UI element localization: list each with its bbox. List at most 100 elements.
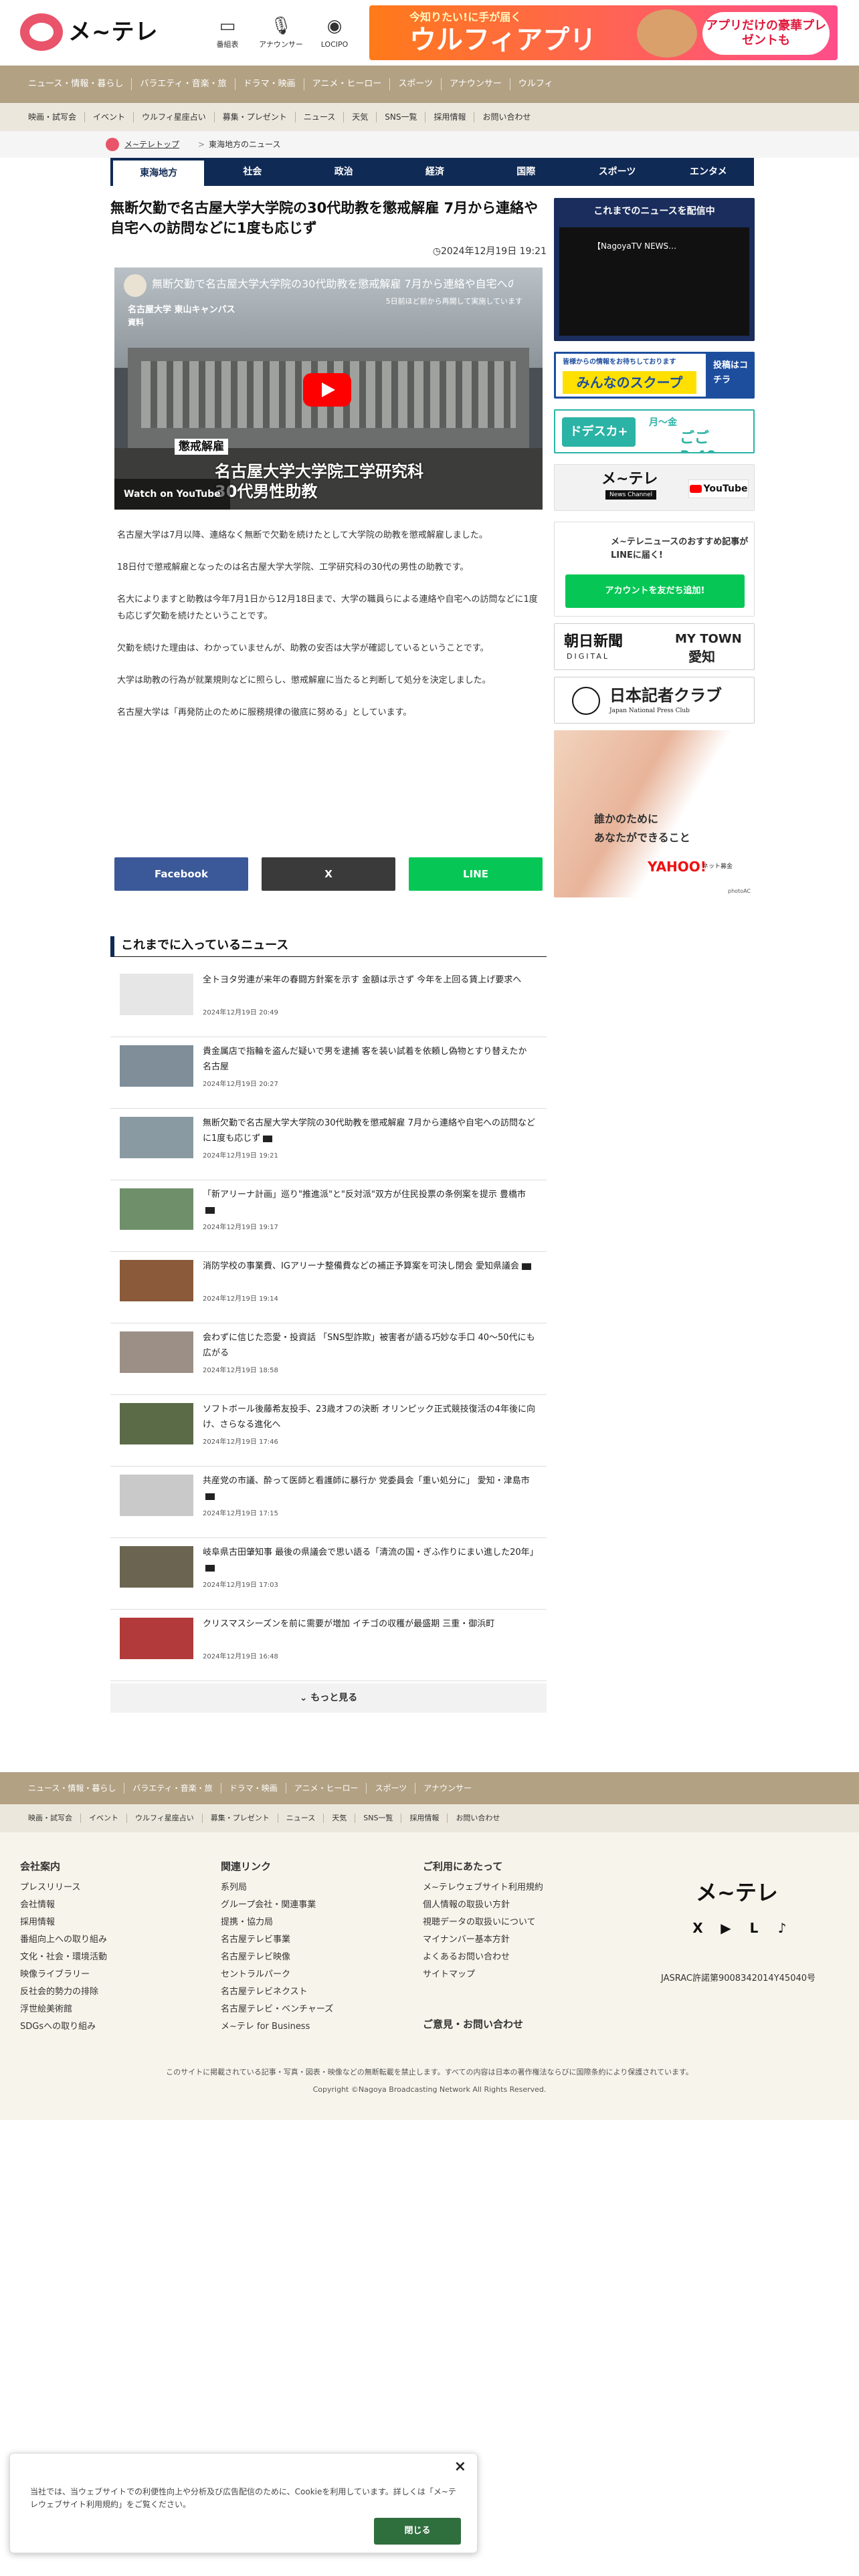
tab-sports[interactable]: スポーツ	[571, 158, 662, 186]
related-title[interactable]: 「新アリーナ計画」巡り"推進派"と"反対派"双方が住民投票の条例案を提示 豊橋市	[203, 1187, 537, 1218]
subnav-item[interactable]: ウルフィ星座占い	[134, 112, 215, 122]
nav-item[interactable]: ウルフィ	[510, 78, 561, 90]
live-stream-player[interactable]: 【NagoyaTV NEWS…	[559, 227, 749, 336]
footer-link[interactable]: 採用情報	[20, 1914, 194, 1931]
subnav-item[interactable]: イベント	[85, 112, 134, 122]
related-item[interactable]: ソフトボール後藤希友投手、23歳オフの決断 オリンピック正式競技復活の4年後に向…	[110, 1395, 547, 1467]
footer-link[interactable]: セントラルパーク	[221, 1966, 395, 1983]
share-x-button[interactable]: X	[262, 857, 395, 891]
nav-item[interactable]: スポーツ	[390, 78, 442, 90]
site-logo[interactable]: メ~テレ	[20, 12, 164, 52]
footer-nav-item[interactable]: バラエティ・音楽・旅	[124, 1783, 221, 1794]
footer-logo[interactable]: メ~テレ	[696, 1879, 778, 1906]
nav-item[interactable]: アニメ・ヒーロー	[304, 78, 391, 90]
related-title[interactable]: ソフトボール後藤希友投手、23歳オフの決断 オリンピック正式競技復活の4年後に向…	[203, 1402, 537, 1432]
footer-link[interactable]: マイナンバー基本方針	[423, 1931, 597, 1949]
app-banner[interactable]: 今知りたい!に手が届く ウルフィアプリ アプリだけの豪華プレゼントも	[369, 5, 838, 60]
footer-link[interactable]: 会社情報	[20, 1897, 194, 1914]
footer-link[interactable]: 名古屋テレビ事業	[221, 1931, 395, 1949]
youtube-channel-banner[interactable]: メ~テレ News Channel YouTube	[554, 464, 755, 511]
locipo-link[interactable]: ◉ LOCIPO	[308, 13, 361, 53]
asahi-banner[interactable]: 朝日新聞 DIGITAL MY TOWN 愛知	[554, 623, 755, 670]
footer-nav-item[interactable]: ドラマ・映画	[221, 1783, 286, 1794]
footer-link[interactable]: 番組向上への取り組み	[20, 1931, 194, 1949]
tiktok-icon[interactable]: ♪	[773, 1919, 791, 1937]
footer-link[interactable]: SDGsへの取り組み	[20, 2018, 194, 2036]
footer-link[interactable]: プレスリリース	[20, 1879, 194, 1897]
yahoo-donation-ad[interactable]: 誰かのために あなたができること YAHOO! ネット募金 photoAC	[554, 730, 755, 897]
line-icon[interactable]: L	[745, 1919, 763, 1937]
related-thumbnail[interactable]	[120, 1188, 193, 1230]
play-button[interactable]	[303, 373, 351, 407]
live-stream-box[interactable]: これまでのニュースを配信中 【NagoyaTV NEWS…	[554, 198, 755, 341]
subnav-item[interactable]: 天気	[344, 112, 377, 122]
nav-item[interactable]: アナウンサー	[442, 78, 510, 90]
tab-entertainment[interactable]: エンタメ	[663, 158, 754, 186]
scoop-banner[interactable]: 皆様からの情報をお待ちしております みんなのスクープ 投稿はコチラ	[554, 352, 755, 399]
related-item[interactable]: 全トヨタ労連が来年の春闘方針案を示す 金額は示さず 今年を上回る賃上げ要求へ 20…	[110, 966, 547, 1037]
related-title[interactable]: クリスマスシーズンを前に需要が増加 イチゴの収穫が最盛期 三重・御浜町	[203, 1616, 537, 1632]
footer-link[interactable]: 名古屋テレビ映像	[221, 1949, 395, 1966]
footer-subnav-item[interactable]: 募集・プレゼント	[203, 1814, 278, 1823]
tab-international[interactable]: 国際	[480, 158, 571, 186]
subnav-item[interactable]: 映画・試写会	[20, 112, 86, 122]
related-thumbnail[interactable]	[120, 1045, 193, 1087]
subnav-item[interactable]: お問い合わせ	[474, 112, 539, 122]
related-thumbnail[interactable]	[120, 1618, 193, 1659]
video-title[interactable]: 無断欠勤で名古屋大学大学院の30代助教を懲戒解雇 7月から連絡や自宅への訪問など…	[152, 277, 513, 292]
related-item[interactable]: 会わずに信じた恋愛・投資話 「SNS型詐欺」被害者が語る巧妙な手口 40〜50代…	[110, 1323, 547, 1395]
related-title[interactable]: 共産党の市議、酔って医師と看護師に暴行か 党委員会「重い処分に」 愛知・津島市	[203, 1473, 537, 1504]
footer-link[interactable]: メ~テレウェブサイト利用規約	[423, 1879, 597, 1897]
footer-subnav-item[interactable]: SNS一覧	[355, 1814, 402, 1823]
footer-subnav-item[interactable]: イベント	[81, 1814, 127, 1823]
breadcrumb-home[interactable]: メ~テレトップ	[124, 131, 179, 158]
footer-subnav-item[interactable]: ウルフィ星座占い	[127, 1814, 203, 1823]
subnav-item[interactable]: SNS一覧	[377, 112, 426, 122]
related-thumbnail[interactable]	[120, 1260, 193, 1301]
related-item[interactable]: 無断欠勤で名古屋大学大学院の30代助教を懲戒解雇 7月から連絡や自宅への訪問など…	[110, 1109, 547, 1180]
related-title[interactable]: 会わずに信じた恋愛・投資話 「SNS型詐欺」被害者が語る巧妙な手口 40〜50代…	[203, 1330, 537, 1361]
related-thumbnail[interactable]	[120, 1331, 193, 1373]
footer-nav-item[interactable]: アニメ・ヒーロー	[286, 1783, 367, 1794]
footer-link[interactable]: 映像ライブラリー	[20, 1966, 194, 1983]
program-guide-link[interactable]: ▭ 番組表	[201, 13, 254, 53]
tab-politics[interactable]: 政治	[298, 158, 389, 186]
related-thumbnail[interactable]	[120, 1475, 193, 1516]
subnav-item[interactable]: ニュース	[296, 112, 345, 122]
nav-item[interactable]: ニュース・情報・暮らし	[20, 78, 132, 90]
tab-society[interactable]: 社会	[207, 158, 298, 186]
nav-item[interactable]: バラエティ・音楽・旅	[132, 78, 235, 90]
related-item[interactable]: クリスマスシーズンを前に需要が増加 イチゴの収穫が最盛期 三重・御浜町 2024年…	[110, 1610, 547, 1681]
footer-subnav-item[interactable]: お問い合わせ	[448, 1814, 508, 1823]
video-player[interactable]: 無断欠勤で名古屋大学大学院の30代助教を懲戒解雇 7月から連絡や自宅への訪問など…	[114, 267, 543, 510]
footer-link[interactable]: 個人情報の取扱い方針	[423, 1897, 597, 1914]
subnav-item[interactable]: 募集・プレゼント	[215, 112, 296, 122]
more-button[interactable]: ⌄ もっと見る	[110, 1683, 547, 1713]
press-club-banner[interactable]: 日本記者クラブ Japan National Press Club	[554, 677, 755, 724]
footer-link[interactable]: サイトマップ	[423, 1966, 597, 1983]
related-title[interactable]: 岐阜県古田肇知事 最後の県議会で思い語る「清流の国・ぎふ作りにまい進した20年」	[203, 1545, 539, 1576]
footer-link[interactable]: 視聴データの取扱いについて	[423, 1914, 597, 1931]
footer-link[interactable]: 名古屋テレビ・ベンチャーズ	[221, 2001, 395, 2018]
footer-subnav-item[interactable]: 映画・試写会	[20, 1814, 81, 1823]
nav-item[interactable]: ドラマ・映画	[235, 78, 304, 90]
related-item[interactable]: 共産党の市議、酔って医師と看護師に暴行か 党委員会「重い処分に」 愛知・津島市 2…	[110, 1467, 547, 1538]
footer-link[interactable]: よくあるお問い合わせ	[423, 1949, 597, 1966]
footer-nav-item[interactable]: ニュース・情報・暮らし	[20, 1783, 125, 1794]
tab-tokai[interactable]: 東海地方	[113, 160, 205, 186]
dodesuka-banner[interactable]: ドデスカ+ 月〜金 ごご3:40〜	[554, 409, 755, 453]
footer-subnav-item[interactable]: 採用情報	[401, 1814, 448, 1823]
footer-subnav-item[interactable]: 天気	[324, 1814, 356, 1823]
subnav-item[interactable]: 採用情報	[425, 112, 475, 122]
tab-economy[interactable]: 経済	[389, 158, 480, 186]
related-item[interactable]: 消防学校の事業費、IGアリーナ整備費などの補正予算案を可決し閉会 愛知県議会 20…	[110, 1252, 547, 1323]
footer-contact-link[interactable]: ご意見・お問い合わせ	[423, 2017, 523, 2032]
related-thumbnail[interactable]	[120, 1117, 193, 1158]
announcer-link[interactable]: 🎙 アナウンサー	[254, 13, 308, 53]
footer-link[interactable]: 文化・社会・環境活動	[20, 1949, 194, 1966]
related-thumbnail[interactable]	[120, 974, 193, 1015]
footer-nav-item[interactable]: アナウンサー	[415, 1783, 480, 1794]
related-thumbnail[interactable]	[120, 1546, 193, 1588]
youtube-icon[interactable]: ▶	[717, 1919, 735, 1937]
x-icon[interactable]: X	[689, 1919, 706, 1937]
